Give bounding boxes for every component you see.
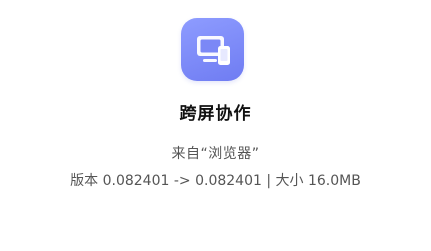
app-name: 跨屏协作 [179,104,252,124]
app-install-screen: 跨屏协作 来自“浏览器” 版本 0.082401 -> 0.082401 | 大… [0,0,431,251]
app-icon [181,18,244,81]
screen-collaboration-icon [197,36,230,65]
install-source-text: 来自“浏览器” [171,146,260,162]
version-size-text: 版本 0.082401 -> 0.082401 | 大小 16.0MB [70,173,361,189]
